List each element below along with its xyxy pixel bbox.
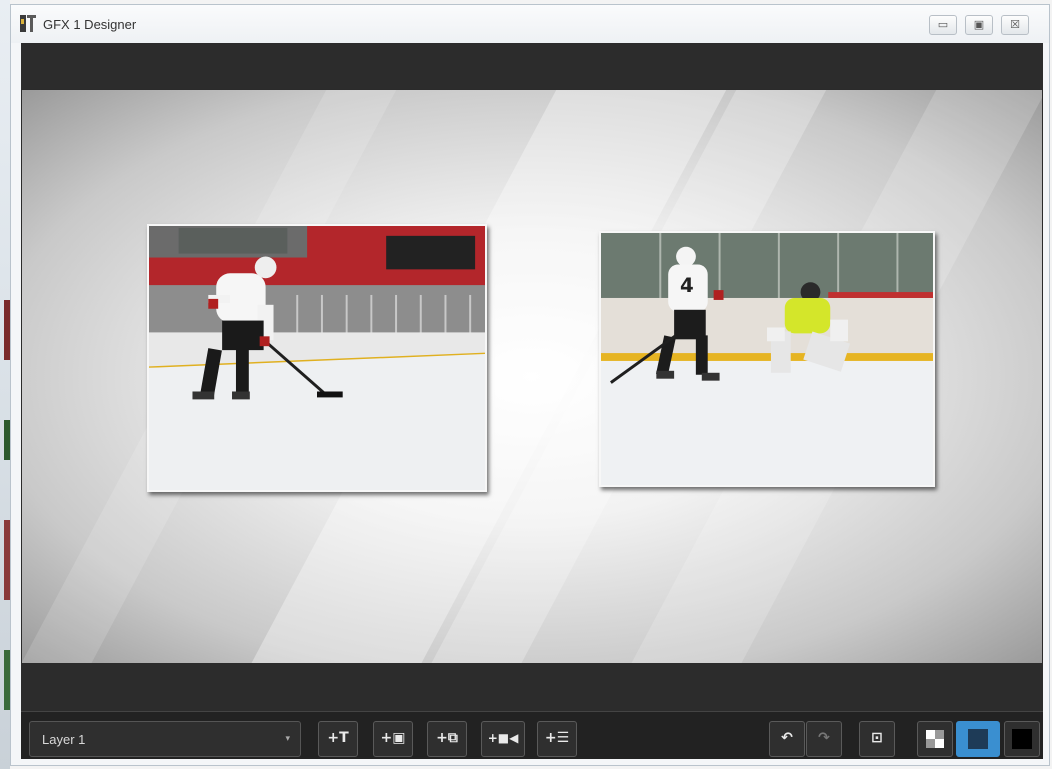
add-text-icon: +T xyxy=(327,730,349,746)
background-black-button[interactable] xyxy=(1004,721,1040,757)
title-bar[interactable]: GFX 1 Designer ▭ ▣ ☒ xyxy=(11,5,1049,43)
window-title: GFX 1 Designer xyxy=(43,17,137,32)
restore-icon: ▣ xyxy=(973,18,985,31)
designer-client-area: 4 Layer 1 ▾ +T +▣ +⧉ +■◀ +☰ ↶ ↷ ⊡ xyxy=(21,43,1043,759)
add-list-icon: +☰ xyxy=(544,730,570,746)
redo-icon: ↷ xyxy=(818,730,830,746)
add-image-button[interactable]: +▣ xyxy=(373,721,413,757)
hockey-skater-image xyxy=(149,226,485,490)
top-panel xyxy=(21,43,1043,89)
checkerboard-icon xyxy=(926,730,944,748)
hockey-shooter-goalie-image: 4 xyxy=(601,233,933,485)
app-icon xyxy=(20,15,36,32)
close-button[interactable]: ☒ xyxy=(1001,15,1029,35)
bottom-panel xyxy=(21,663,1043,711)
close-icon: ☒ xyxy=(1010,18,1020,31)
fit-to-screen-button[interactable]: ⊡ xyxy=(859,721,895,757)
dark-swatch-icon xyxy=(968,729,988,749)
add-video-button[interactable]: +■◀ xyxy=(481,721,525,757)
add-media-icon: +⧉ xyxy=(436,730,458,746)
add-media-button[interactable]: +⧉ xyxy=(427,721,467,757)
add-video-icon: +■◀ xyxy=(487,731,519,745)
svg-text:4: 4 xyxy=(680,274,694,297)
add-image-icon: +▣ xyxy=(380,730,406,746)
background-transparent-button[interactable] xyxy=(917,721,953,757)
designer-toolbar: Layer 1 ▾ +T +▣ +⧉ +■◀ +☰ ↶ ↷ ⊡ xyxy=(21,711,1043,759)
fit-screen-icon: ⊡ xyxy=(871,730,883,746)
add-list-button[interactable]: +☰ xyxy=(537,721,577,757)
add-text-button[interactable]: +T xyxy=(318,721,358,757)
background-dark-button[interactable] xyxy=(956,721,1000,757)
redo-button[interactable]: ↷ xyxy=(806,721,842,757)
desktop-background xyxy=(0,0,10,769)
minimize-icon: ▭ xyxy=(937,18,949,31)
undo-icon: ↶ xyxy=(781,730,793,746)
hockey-shooter-goalie-photo[interactable]: 4 xyxy=(599,231,935,487)
layer-select-value: Layer 1 xyxy=(42,732,86,747)
graphics-canvas[interactable]: 4 xyxy=(22,90,1042,663)
restore-button[interactable]: ▣ xyxy=(965,15,993,35)
gfx-designer-window: GFX 1 Designer ▭ ▣ ☒ 4 Layer 1 ▾ +T +▣ +… xyxy=(10,4,1050,766)
black-swatch-icon xyxy=(1012,729,1032,749)
hockey-skater-photo[interactable] xyxy=(147,224,487,492)
chevron-down-icon: ▾ xyxy=(285,733,290,743)
layer-select[interactable]: Layer 1 ▾ xyxy=(29,721,301,757)
minimize-button[interactable]: ▭ xyxy=(929,15,957,35)
undo-button[interactable]: ↶ xyxy=(769,721,805,757)
